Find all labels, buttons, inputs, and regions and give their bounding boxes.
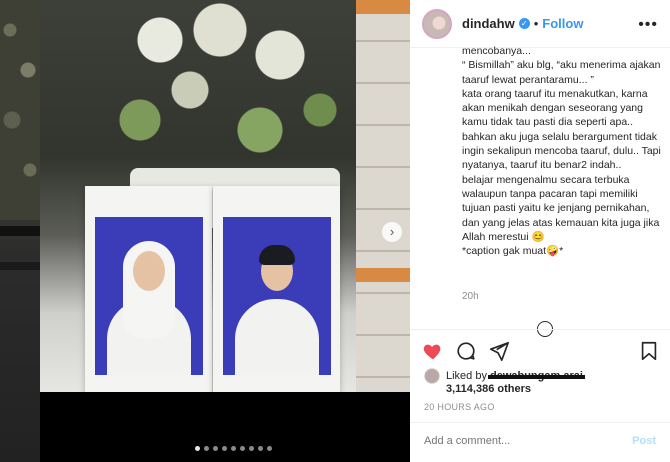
carousel-dots	[195, 446, 272, 451]
post-side-panel: dindahw ✓ • Follow ••• mencobanya... “ B…	[410, 0, 670, 462]
comment-input[interactable]	[424, 435, 614, 447]
divider	[410, 329, 670, 330]
username-link[interactable]: dindahw	[462, 16, 515, 31]
carousel-dot	[258, 446, 263, 451]
post-timestamp: 20 HOURS AGO	[424, 402, 495, 412]
portrait-face	[133, 251, 165, 291]
portrait-torso	[235, 299, 319, 375]
post-caption: mencobanya... “ Bismillah” aku blg, “aku…	[462, 44, 662, 316]
liker-avatar[interactable]	[424, 368, 440, 384]
background-band	[0, 262, 40, 270]
portrait-man	[223, 217, 331, 375]
bookmark-icon[interactable]	[638, 340, 660, 362]
instagram-post-modal: › dindahw ✓ • Follow ••• mencobanya... “…	[0, 0, 670, 462]
liked-by-user-redacted[interactable]: dewabungam arai	[487, 370, 585, 382]
carousel-dot	[231, 446, 236, 451]
dried-flowers-image	[80, 0, 350, 190]
portrait-woman	[95, 217, 203, 375]
likes-count: 3,114,386	[446, 383, 495, 395]
post-header: dindahw ✓ • Follow •••	[410, 0, 670, 48]
action-bar	[422, 340, 660, 364]
caption-line: mencobanya...	[462, 45, 531, 57]
polaroid-frame-woman	[85, 186, 212, 392]
caption-line: *caption gak muat🤪*	[462, 245, 564, 258]
caption-timestamp: 20h	[462, 291, 479, 302]
orange-brick	[356, 268, 410, 282]
liked-by-prefix: Liked by	[446, 370, 487, 382]
chevron-right-icon[interactable]: ›	[382, 222, 402, 242]
post-photo[interactable]: ›	[40, 0, 410, 392]
portrait-hair	[259, 245, 295, 265]
background-band	[0, 226, 40, 236]
share-icon[interactable]	[488, 340, 510, 362]
caption-line: belajar mengenalmu secara terbuka walaup…	[462, 173, 660, 243]
carousel-dot	[267, 446, 272, 451]
caption-line: kata orang taaruf itu menakutkan, karna …	[462, 87, 661, 172]
orange-brick	[356, 0, 410, 14]
caption-line: “ Bismillah” aku blg, “aku menerima ajak…	[462, 59, 661, 86]
photo-letterbox	[40, 392, 410, 462]
likes-suffix: others	[497, 383, 532, 395]
more-options-icon[interactable]: •••	[638, 16, 658, 34]
liked-by-row: Liked by dewabungam arai	[424, 368, 585, 384]
carousel-dot	[222, 446, 227, 451]
avatar[interactable]	[422, 8, 452, 39]
separator-dot: •	[533, 16, 539, 31]
comment-icon[interactable]	[455, 340, 477, 362]
brick-wall-image	[356, 0, 410, 392]
carousel-dot	[213, 446, 218, 451]
carousel-dot	[240, 446, 245, 451]
verified-icon: ✓	[518, 18, 530, 29]
polaroid-frame-man	[213, 186, 340, 392]
carousel-dot	[249, 446, 254, 451]
follow-button[interactable]: Follow	[542, 16, 583, 31]
post-comment-button[interactable]: Post	[632, 435, 656, 447]
background-page	[0, 0, 40, 462]
likes-count-row[interactable]: 3,114,386 others	[446, 383, 531, 395]
carousel-dot	[204, 446, 209, 451]
background-plant-image	[0, 0, 40, 220]
carousel-dot	[195, 446, 200, 451]
divider	[410, 422, 670, 423]
heart-icon[interactable]	[422, 340, 444, 362]
